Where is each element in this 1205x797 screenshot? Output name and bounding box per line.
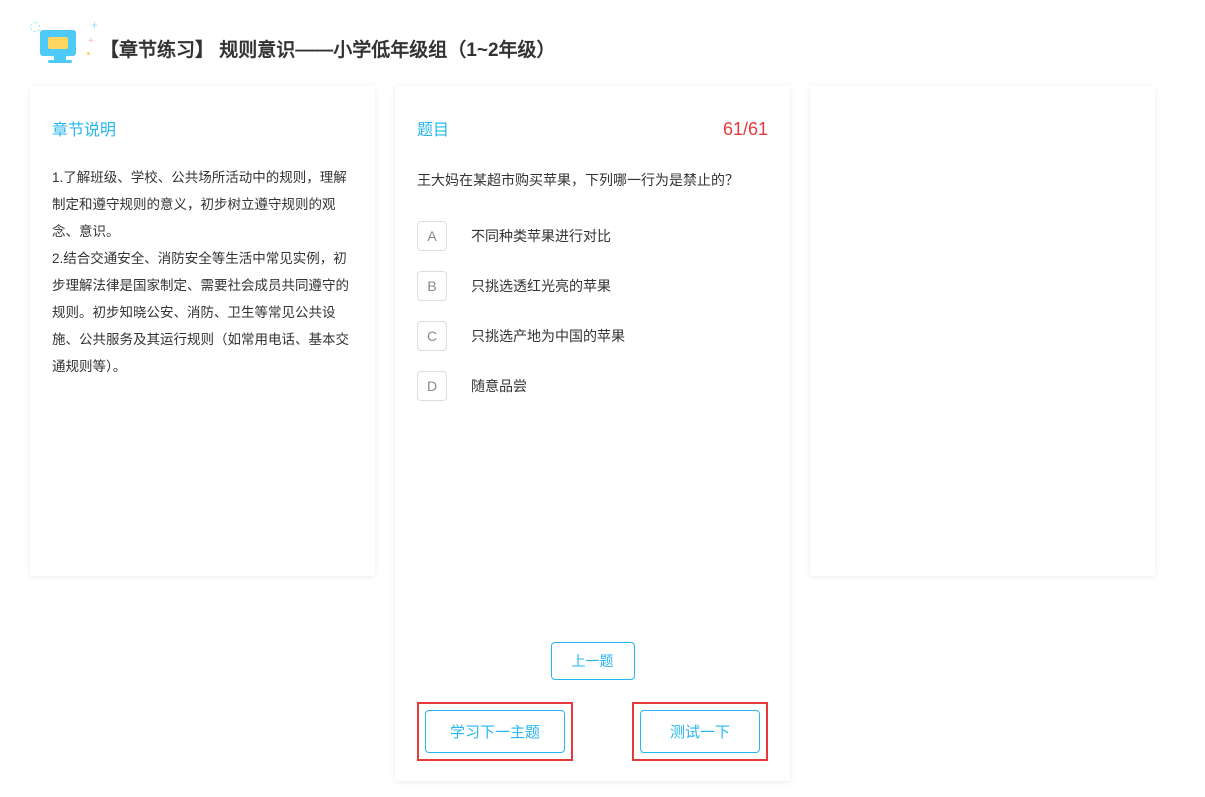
question-header: 题目 61/61 bbox=[417, 116, 768, 140]
chapter-info-body: 1.了解班级、学校、公共场所活动中的规则，理解制定和遵守规则的意义，初步树立遵守… bbox=[52, 164, 353, 380]
next-topic-button[interactable]: 学习下一主题 bbox=[425, 710, 565, 753]
option-row[interactable]: B 只挑选透红光亮的苹果 bbox=[417, 271, 768, 301]
deco-dot-icon bbox=[87, 52, 90, 55]
deco-plus-icon: + bbox=[88, 36, 94, 47]
deco-circle-icon bbox=[30, 22, 40, 32]
option-letter-a[interactable]: A bbox=[417, 221, 447, 251]
question-section-title: 题目 bbox=[417, 116, 449, 140]
option-letter-d[interactable]: D bbox=[417, 371, 447, 401]
options-list: A 不同种类苹果进行对比 B 只挑选透红光亮的苹果 C 只挑选产地为中国的苹果 … bbox=[417, 221, 768, 401]
option-letter-b[interactable]: B bbox=[417, 271, 447, 301]
option-text: 只挑选产地为中国的苹果 bbox=[471, 326, 625, 346]
option-text: 不同种类苹果进行对比 bbox=[471, 226, 611, 246]
option-letter-c[interactable]: C bbox=[417, 321, 447, 351]
nav-row: 上一题 bbox=[417, 622, 768, 680]
content-container: 章节说明 1.了解班级、学校、公共场所活动中的规则，理解制定和遵守规则的意义，初… bbox=[0, 86, 1205, 781]
option-text: 随意品尝 bbox=[471, 376, 527, 396]
page-header: + + 【章节练习】 规则意识——小学低年级组（1~2年级） bbox=[0, 0, 1205, 86]
option-text: 只挑选透红光亮的苹果 bbox=[471, 276, 611, 296]
book-icon bbox=[48, 37, 68, 49]
test-button[interactable]: 测试一下 bbox=[640, 710, 760, 753]
option-row[interactable]: A 不同种类苹果进行对比 bbox=[417, 221, 768, 251]
prev-question-button[interactable]: 上一题 bbox=[551, 642, 635, 680]
chapter-info-title: 章节说明 bbox=[52, 116, 353, 140]
question-text: 王大妈在某超市购买苹果，下列哪一行为是禁止的？ bbox=[417, 168, 768, 193]
question-panel: 题目 61/61 王大妈在某超市购买苹果，下列哪一行为是禁止的？ A 不同种类苹… bbox=[395, 86, 790, 781]
option-row[interactable]: D 随意品尝 bbox=[417, 371, 768, 401]
page-title: 【章节练习】 规则意识——小学低年级组（1~2年级） bbox=[100, 35, 556, 62]
chapter-info-panel: 章节说明 1.了解班级、学校、公共场所活动中的规则，理解制定和遵守规则的意义，初… bbox=[30, 86, 375, 576]
bottom-buttons-row: 学习下一主题 测试一下 bbox=[417, 702, 768, 761]
header-icon: + + bbox=[40, 30, 80, 66]
highlight-box-left: 学习下一主题 bbox=[417, 702, 573, 761]
monitor-icon bbox=[40, 30, 76, 56]
deco-plus-icon: + bbox=[91, 18, 98, 32]
monitor-base-icon bbox=[48, 60, 72, 63]
highlight-box-right: 测试一下 bbox=[632, 702, 768, 761]
right-panel bbox=[810, 86, 1155, 576]
option-row[interactable]: C 只挑选产地为中国的苹果 bbox=[417, 321, 768, 351]
question-counter: 61/61 bbox=[723, 119, 768, 140]
